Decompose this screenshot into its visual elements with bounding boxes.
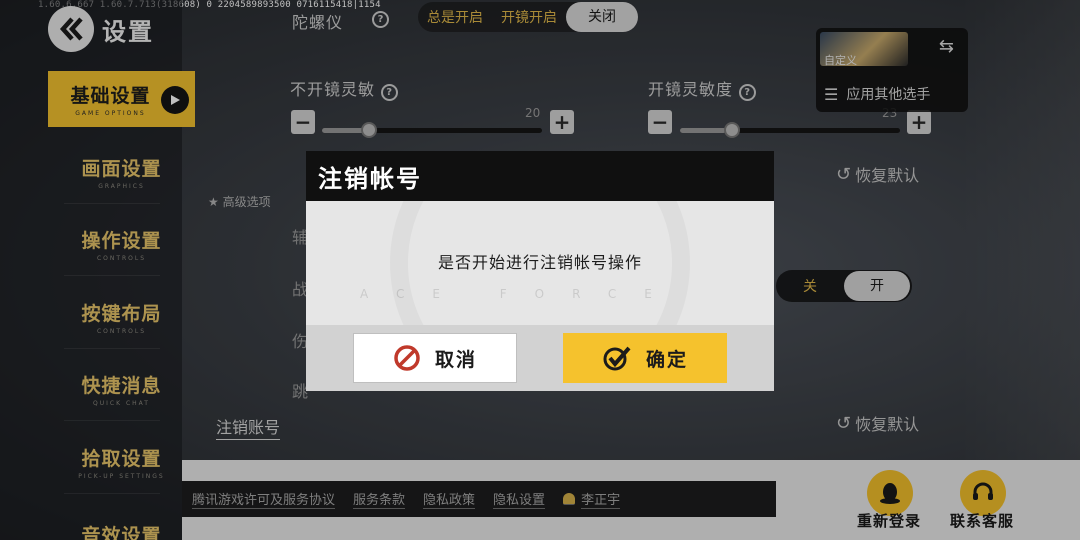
dialog-header: 注销帐号 — [306, 151, 774, 201]
dialog-message: 是否开始进行注销帐号操作 — [437, 253, 642, 272]
dialog-body: ACE FORCE 是否开始进行注销帐号操作 — [306, 201, 774, 325]
cancel-button[interactable]: 取消 — [353, 333, 517, 383]
logout-dialog: 注销帐号 ACE FORCE 是否开始进行注销帐号操作 取消 确定 — [306, 151, 774, 391]
dialog-title: 注销帐号 — [318, 164, 422, 193]
checkmark-icon — [603, 346, 631, 371]
watermark: ACE FORCE — [360, 287, 680, 301]
cancel-label: 取消 — [434, 348, 477, 371]
confirm-button[interactable]: 确定 — [563, 333, 727, 383]
dialog-footer: 取消 确定 — [306, 325, 774, 391]
cancel-icon — [394, 345, 420, 371]
confirm-label: 确定 — [645, 348, 688, 371]
